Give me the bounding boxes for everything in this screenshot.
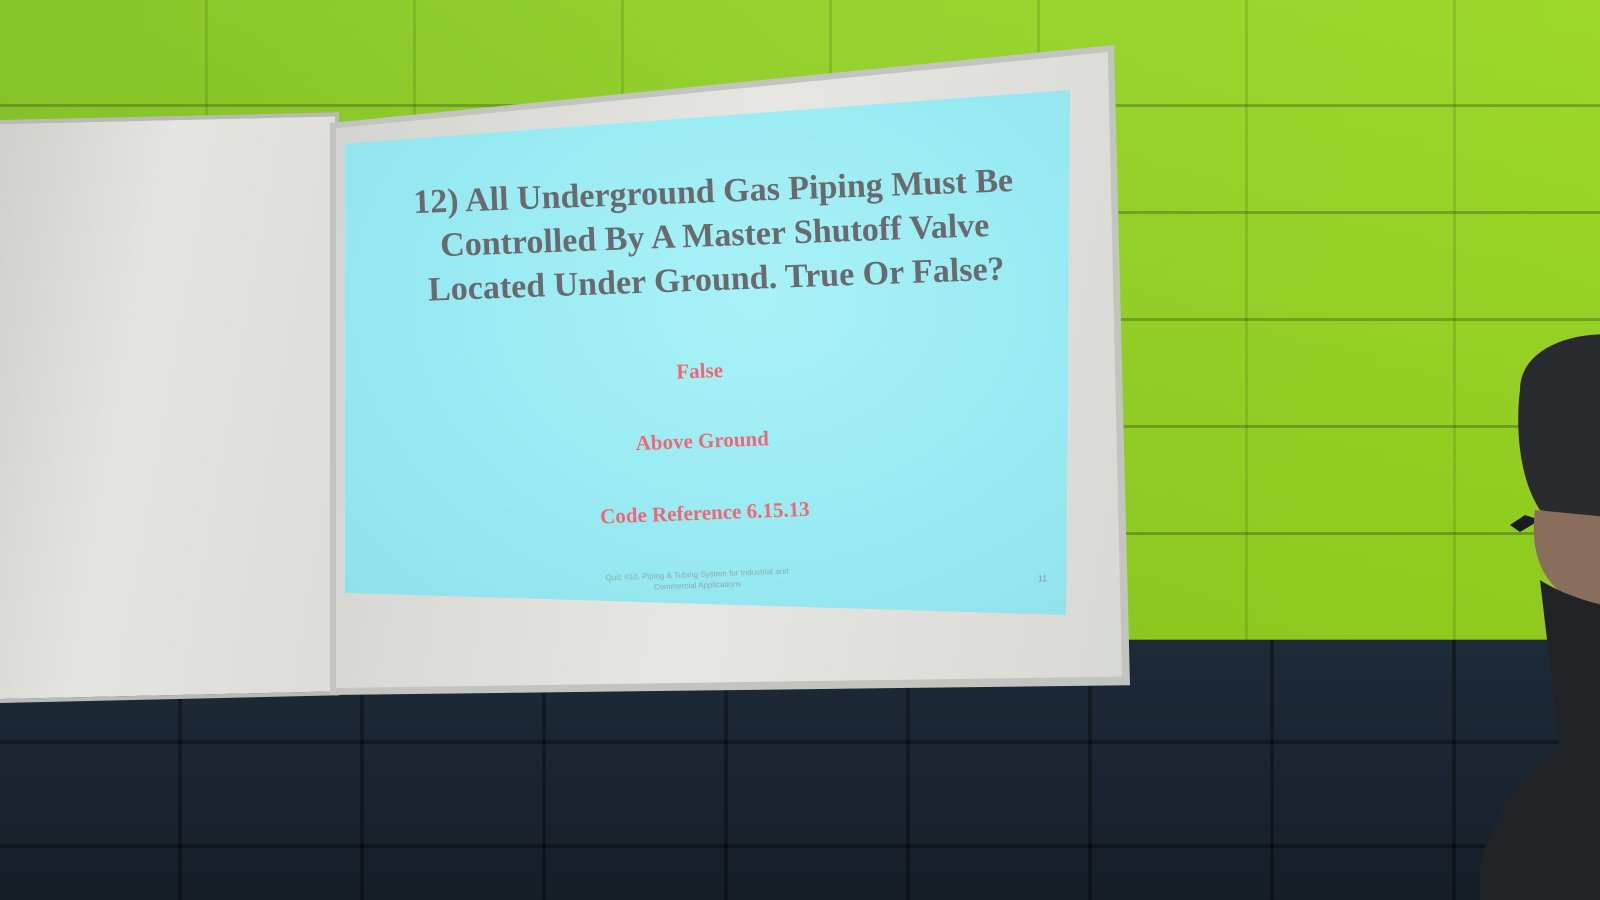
slide-answer-false: False [675, 357, 724, 384]
slide-content: 12) All Underground Gas Piping Must Be C… [372, 138, 1068, 623]
left-whiteboard-panel [0, 112, 339, 704]
classroom-scene: 12) All Underground Gas Piping Must Be C… [0, 0, 1600, 900]
slide-question: 12) All Underground Gas Piping Must Be C… [412, 162, 1014, 309]
slide-page-number: 11 [1037, 573, 1048, 584]
slide-answer-above-ground: Above Ground [635, 426, 770, 456]
slide-footer: Quiz #10, Piping & Tubing System for Ind… [605, 566, 789, 592]
slide-code-reference: Code Reference 6.15.13 [599, 496, 811, 529]
person-in-cap-silhouette [1480, 334, 1600, 900]
